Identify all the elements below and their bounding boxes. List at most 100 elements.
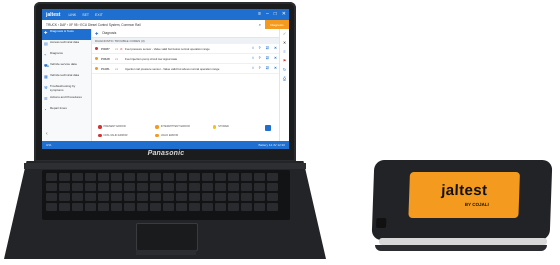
sidebar-item-procedures[interactable]: ☰ Actions and Procedures [42,95,91,106]
sidebar-item-vehicle-technical[interactable]: ▦ Vehicle technical data [42,73,91,84]
laptop-brand-logo: Panasonic [147,150,185,157]
nav-link[interactable]: LINK [68,13,76,17]
device-port [376,218,387,228]
breadcrumb-text[interactable]: TRUCK › DAF › XF 95 › ECU Diesel Control… [46,23,141,27]
legend-label: PRESENT ERROR [103,125,126,129]
dtc-actions: i ? ☑ ✕ [253,56,277,60]
info-icon[interactable]: i [253,56,254,60]
sidebar-item-label: Vehicle service data [50,62,77,66]
delete-icon[interactable]: ✕ [274,56,277,60]
main-panel: ✚ Diagnosis DIAGNOSTIC TROUBLE CODES (3)… [92,29,279,141]
sidebar-item-label: Vehicle technical data [50,73,80,77]
help-icon[interactable]: ? [259,46,261,50]
app-topbar: jaltest LINK SET EXIT ≡ – □ ✕ [42,9,289,20]
nav-exit[interactable]: EXIT [95,13,103,17]
help-icon[interactable]: ? [259,66,261,70]
dtc-description: Injection rail pressure sensor - Value v… [125,66,220,71]
checkbox-icon[interactable]: ☑ [266,56,269,60]
laptop-hinge [24,163,306,169]
flag-icon[interactable]: ⚑ [283,58,287,64]
sidebar: ✚ Diagnosis & Tests ▤ Access technical d… [42,29,92,141]
sidebar-item-repair-times[interactable]: ◔ Repair times [42,106,91,117]
export-button[interactable] [265,125,271,131]
status-left: 3/11 [46,143,52,147]
sidebar-item-troubleshooting[interactable]: ⚒ Troubleshooting by symptoms [42,84,91,95]
sidebar-item-label: Diagrams [50,51,63,55]
help-icon[interactable]: ? [259,56,261,60]
diagnosis-icon: ✚ [95,30,99,36]
legend-label: NON-VALID ERROR [103,133,128,137]
key-row [46,173,278,181]
list-icon[interactable]: ≡ [283,49,285,55]
device-rail [379,238,547,245]
menu-icon[interactable]: ≡ [258,11,261,18]
delete-icon[interactable]: ✕ [274,66,277,70]
dtc-code: P0628 [101,56,110,61]
legend-item: NON-VALID ERROR [98,133,155,137]
key-row [46,203,278,211]
legend-swatch [155,125,159,129]
dtc-actions: i ? ☑ ✕ [253,46,277,50]
legend-item: INTERMITTENT ERROR [155,125,212,129]
search-icon[interactable]: ⌕ [259,22,261,27]
legend-item: STORED [212,125,270,129]
page-title: Diagnosis [102,31,117,35]
sidebar-item-diagrams[interactable]: ⌁ Diagrams [42,51,91,62]
refresh-icon[interactable]: ↻ [283,67,286,73]
dtc-code: P0087 [101,46,110,51]
sidebar-item-label: Actions and Procedures [50,95,82,99]
device-body: jaltest BY COJALI [371,160,553,240]
close-icon[interactable]: ✕ [283,40,286,46]
info-icon[interactable]: i [253,46,254,50]
dtc-actions: i ? ☑ ✕ [253,66,277,70]
sidebar-item-label: Repair times [50,106,67,110]
device-label: jaltest BY COJALI [408,172,520,218]
checkbox-icon[interactable]: ☑ [266,46,269,50]
app-logo: jaltest [46,11,61,18]
device-sublogo: BY COJALI [464,202,489,207]
top-nav: LINK SET EXIT [68,13,102,17]
nav-set[interactable]: SET [82,13,89,17]
table-row[interactable]: P0628 x1 Fuel injection pump circuit low… [92,54,279,64]
sidebar-item-label: Access technical data [50,40,80,44]
back-icon[interactable]: ‹ [46,131,48,137]
status-right: Battery 12.4V 12:30 [258,143,285,147]
legend-item: PRESENT ERROR [98,125,155,129]
minimize-icon[interactable]: – [266,11,269,18]
touchpad [136,223,198,251]
dtc-legend: PRESENT ERROR INTERMITTENT ERROR STORED … [98,125,270,137]
laptop: jaltest LINK SET EXIT ≡ – □ ✕ TRUCK › DA… [0,0,370,265]
legend-label: STORED [218,125,229,129]
jaltest-link-device: jaltest BY COJALI [365,160,555,255]
main-header: ✚ Diagnosis [92,29,279,38]
status-dot [95,67,98,70]
check-icon[interactable]: ✓ [283,31,286,37]
laptop-screen: jaltest LINK SET EXIT ≡ – □ ✕ TRUCK › DA… [42,9,289,149]
dtc-description: Fuel pressure sensor - Value valid but b… [125,46,210,51]
close-icon[interactable]: ✕ [282,11,286,18]
info-icon[interactable]: i [253,66,254,70]
sidebar-item-service-data[interactable]: ⛟ Vehicle service data [42,62,91,73]
maximize-icon[interactable]: □ [274,11,277,18]
key-row [46,193,278,201]
device-logo: jaltest [440,182,488,199]
sidebar-item-label: Troubleshooting by symptoms [49,84,76,92]
legend-swatch [155,133,159,137]
checkbox-icon[interactable]: ☑ [266,66,269,70]
legend-label: VALID ERROR [160,133,179,137]
print-icon[interactable]: ⎙ [283,76,286,82]
keyboard [42,170,290,220]
device-foot [375,245,547,251]
table-row[interactable]: P0087 x1 ⊘ Fuel pressure sensor - Value … [92,44,279,54]
dtc-count-badge: x1 [115,66,118,71]
delete-icon[interactable]: ✕ [274,46,277,50]
dtc-count-badge: x1 [115,56,118,61]
window-controls: ≡ – □ ✕ [258,11,286,18]
table-row[interactable]: P1081 x1 Injection rail pressure sensor … [92,64,279,74]
sidebar-item-diagnosis[interactable]: ✚ Diagnosis & Tests [42,29,91,40]
sidebar-item-technical-data[interactable]: ▤ Access technical data [42,40,91,51]
diagnosis-button[interactable]: Diagnosis [265,20,289,29]
sidebar-item-label: Diagnosis & Tests [50,29,74,33]
legend-label: INTERMITTENT ERROR [160,125,190,129]
status-bar: 3/11 Battery 12.4V 12:30 [42,141,289,149]
